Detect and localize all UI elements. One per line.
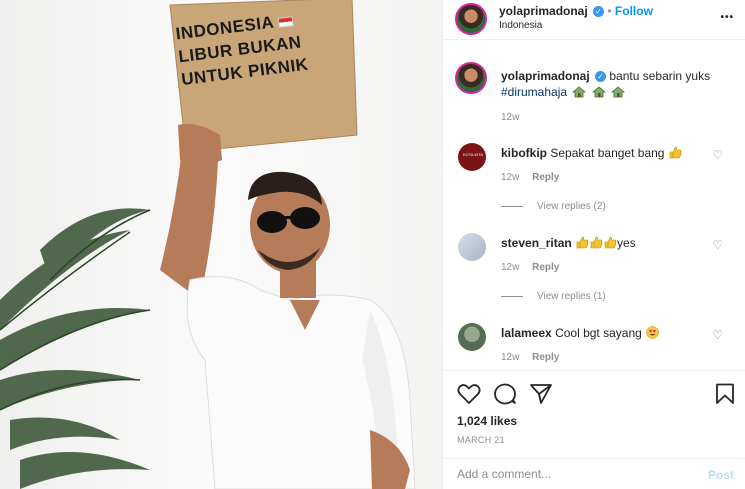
thumbs-up-emoji xyxy=(604,236,617,249)
comment-icon[interactable] xyxy=(493,383,517,405)
comment-timestamp[interactable]: 12w xyxy=(501,172,519,183)
hashtag-link[interactable]: #dirumahaja xyxy=(501,85,567,99)
save-icon[interactable] xyxy=(715,383,735,405)
reply-divider xyxy=(501,205,523,207)
view-replies-label: View replies (2) xyxy=(537,201,606,212)
post-photo[interactable]: INDONESIA LIBUR BUKAN UNTUK PIKNIK xyxy=(0,0,442,489)
house-emoji xyxy=(591,86,606,98)
caption: yolaprimadonaj ✓ bantu sebarin yuks #dir… xyxy=(501,68,736,100)
comment-item: lalameex Cool bgt sayang xyxy=(501,325,701,341)
post-date[interactable]: MARCH 21 xyxy=(457,435,505,445)
reply-button[interactable]: Reply xyxy=(532,172,559,183)
author-avatar[interactable] xyxy=(455,3,487,35)
location-link[interactable]: Indonesia xyxy=(499,20,542,31)
comment-text: Sepakat banget bang xyxy=(550,146,665,160)
reply-divider xyxy=(501,295,523,297)
caption-avatar[interactable] xyxy=(455,62,487,94)
comment-meta: 12w Reply xyxy=(501,352,559,363)
commenter-username[interactable]: kibofkip xyxy=(501,146,547,160)
comment-item: kibofkip Sepakat banget bang xyxy=(501,145,701,161)
post-actions: 1,024 likes MARCH 21 xyxy=(443,370,745,450)
comment-input[interactable] xyxy=(457,467,677,481)
commenter-username[interactable]: steven_ritan xyxy=(501,236,572,250)
commenter-username[interactable]: lalameex xyxy=(501,326,552,340)
caption-text: bantu sebarin yuks xyxy=(609,69,711,83)
commenter-avatar[interactable] xyxy=(458,323,486,351)
comment-text: Cool bgt sayang xyxy=(555,326,642,340)
like-comment-icon[interactable]: ♡ xyxy=(712,148,723,162)
post-side-panel: yolaprimadonaj ✓ • Follow Indonesia ••• … xyxy=(442,0,745,489)
heart-eyes-emoji xyxy=(646,326,659,339)
likes-count[interactable]: 1,024 likes xyxy=(457,414,517,428)
view-replies-button[interactable]: View replies (1) xyxy=(501,291,606,302)
like-comment-icon[interactable]: ♡ xyxy=(712,328,723,342)
comment-timestamp[interactable]: 12w xyxy=(501,352,519,363)
thumbs-up-emoji xyxy=(576,236,589,249)
comment-meta: 12w Reply xyxy=(501,262,559,273)
indonesia-flag-emoji xyxy=(277,15,294,28)
separator-dot: • xyxy=(607,4,612,18)
share-icon[interactable] xyxy=(529,383,553,405)
reply-button[interactable]: Reply xyxy=(532,352,559,363)
add-comment-bar: Post xyxy=(443,458,745,489)
thumbs-up-emoji xyxy=(590,236,603,249)
comment-meta: 12w Reply xyxy=(501,172,559,183)
comment-text: yes xyxy=(617,236,636,250)
post-header: yolaprimadonaj ✓ • Follow Indonesia ••• xyxy=(443,0,745,40)
comment-timestamp[interactable]: 12w xyxy=(501,262,519,273)
heart-icon[interactable] xyxy=(457,383,481,405)
avatar-text: KOTA KITA xyxy=(462,152,484,157)
reply-button[interactable]: Reply xyxy=(532,262,559,273)
verified-icon: ✓ xyxy=(595,71,607,83)
comment-item: steven_ritan yes xyxy=(501,235,701,251)
follow-button[interactable]: Follow xyxy=(615,4,653,18)
post-comment-button[interactable]: Post xyxy=(708,468,734,482)
house-emoji xyxy=(611,86,626,98)
view-replies-button[interactable]: View replies (2) xyxy=(501,201,606,212)
commenter-avatar[interactable]: KOTA KITA xyxy=(458,143,486,171)
house-emoji xyxy=(572,86,587,98)
commenter-avatar[interactable] xyxy=(458,233,486,261)
caption-timestamp[interactable]: 12w xyxy=(501,112,519,123)
author-username[interactable]: yolaprimadonaj xyxy=(499,4,588,18)
more-options-icon[interactable]: ••• xyxy=(720,12,734,23)
like-comment-icon[interactable]: ♡ xyxy=(712,238,723,252)
verified-icon: ✓ xyxy=(593,6,605,18)
view-replies-label: View replies (1) xyxy=(537,291,606,302)
caption-username[interactable]: yolaprimadonaj xyxy=(501,69,590,83)
thumbs-up-emoji xyxy=(669,146,682,159)
